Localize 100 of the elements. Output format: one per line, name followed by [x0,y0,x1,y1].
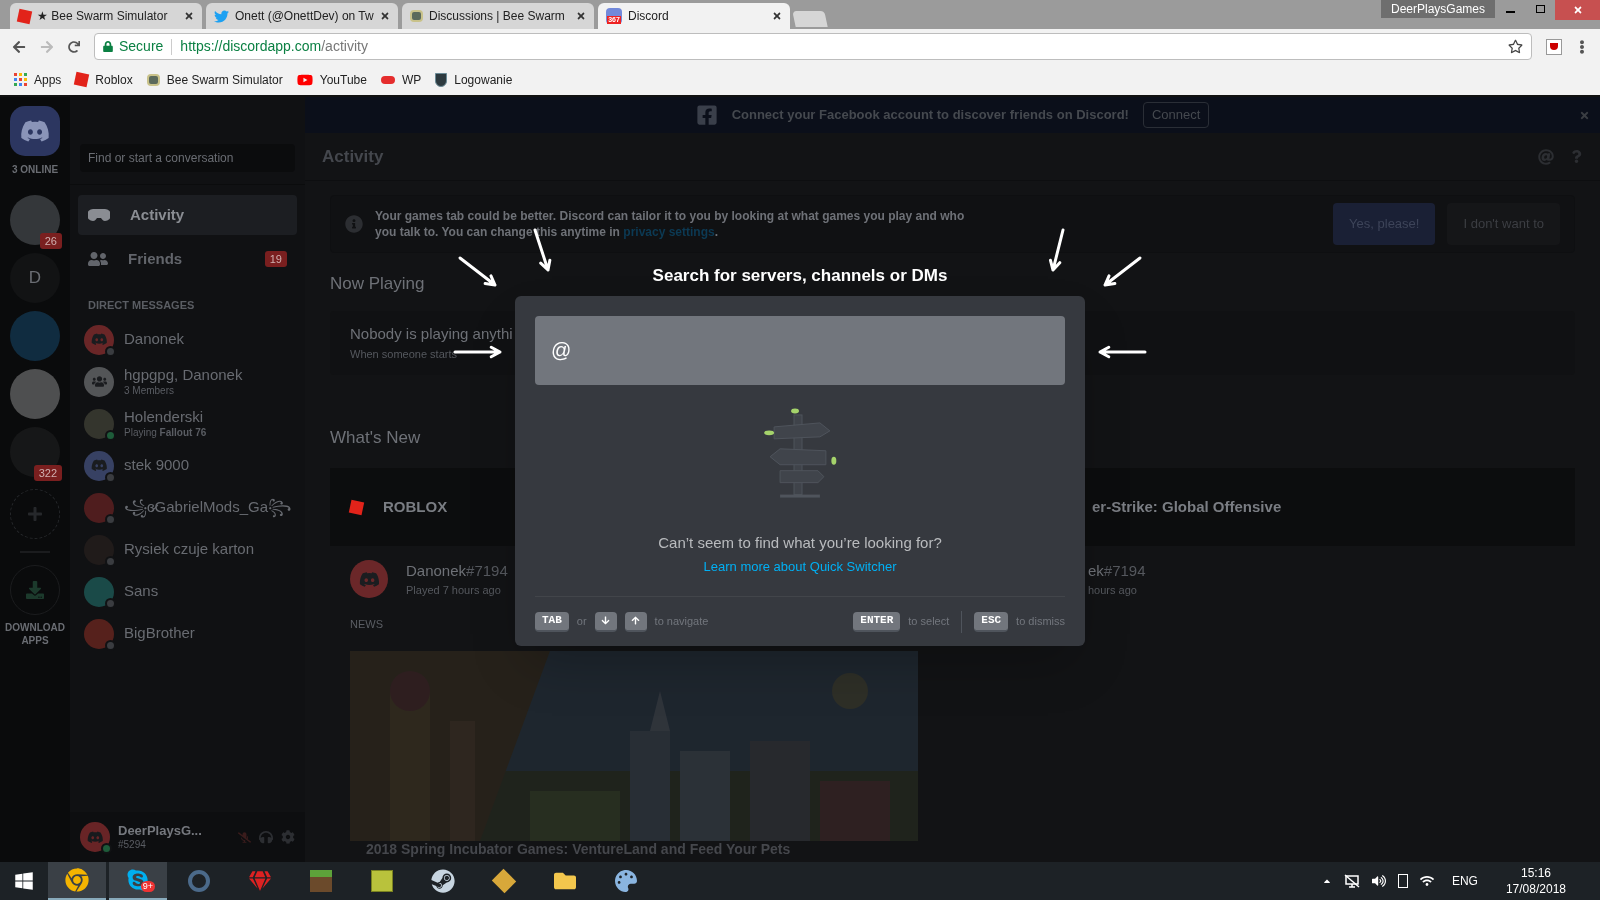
keyboard-key: TAB [535,611,569,632]
taskbar-button[interactable] [48,862,106,900]
browser-tab[interactable]: Discussions | Bee Swarm [402,3,594,29]
close-icon[interactable] [772,11,782,21]
section-title: What's New [330,426,421,449]
empty-message: Can’t seem to find what you’re looking for? [657,533,943,554]
close-icon [1572,5,1583,15]
empty-title: Nobody is playing anythi [350,324,513,344]
bookmark-link[interactable]: WP [380,70,422,89]
dm-item[interactable]: Holenderski Playing Fallout 76 [84,407,291,440]
info-icon [345,215,363,233]
secure-label: Secure [119,37,164,56]
sponge-icon [371,870,393,892]
avatar [84,366,114,397]
nav-item[interactable]: Activity [78,195,297,235]
windows-icon [14,871,34,891]
address-field[interactable]: Secure https://discordapp.com/activity [94,33,1532,60]
empty-subtitle: When someone starts [350,346,457,362]
download-icon [26,581,44,599]
tab-title: Onett (@OnettDev) on Tw [235,8,374,25]
discord-home-button[interactable] [10,106,60,156]
url-text: https://discordapp.com/activity [180,37,368,56]
grass-block-icon [310,870,332,892]
gamepad-icon [88,208,110,222]
news-label: NEWS [350,617,383,632]
palette-icon [615,870,637,892]
bookmark-star-icon[interactable] [1508,39,1523,54]
bookmark-link[interactable]: Roblox [75,70,133,89]
bee-icon [146,73,160,86]
bookmark-link[interactable]: Logowanie [435,70,513,89]
dm-item[interactable]: Rysiek czuje karton [84,533,291,566]
browser-tab[interactable]: ★ Bee Swarm Simulator [10,3,202,29]
dm-item[interactable]: Danonek [84,323,291,356]
bee-icon [410,10,423,22]
user-name: DeerPlaysG... [118,822,203,839]
extension-icon[interactable] [1546,38,1562,55]
section-heading: DIRECT MESSAGES [87,298,196,313]
browser-tab[interactable]: Onett (@OnettDev) on Tw [206,3,398,29]
dm-item[interactable]: hgpgpg, Danonek 3 Members [84,365,291,398]
close-icon[interactable] [380,11,390,21]
dm-name: Rysiek czuje karton [124,540,255,559]
tab-title: Discussions | Bee Swarm [429,8,566,25]
user-tag: #5294 [118,838,230,852]
profile-name[interactable]: DeerPlaysGames [1380,0,1495,18]
search-field[interactable]: @ [535,316,1065,385]
app-icon [188,870,210,892]
gem-icon [249,870,271,892]
game-title: er-Strike: Global Offensive [1092,496,1282,517]
unread-badge: 19 [264,250,287,268]
banner-text: Connect your Facebook account to discover friends on Discord! [731,106,1129,125]
lock-icon [103,41,113,52]
download-label: DOWNLOAD APPS [4,621,66,647]
roblox-icon [16,8,33,24]
close-button[interactable] [1555,0,1600,20]
dm-item[interactable]: ꧁ɞ̷GabrielMods_Ga꧂ [84,491,291,524]
clock[interactable]: 15:16 17/08/2018 [1495,865,1576,897]
taskbar-button[interactable]: 9+ [109,862,167,900]
dm-subtitle: Playing Fallout 76 [124,426,207,440]
switcher-title: Search for servers, channels or DMs [651,265,949,287]
close-icon[interactable] [576,11,586,21]
dm-name: Holenderski [124,407,205,427]
volume-icon[interactable] [1371,874,1386,888]
played-time: hours ago [1088,583,1138,598]
player-name: ek#7194 [1088,560,1146,581]
server-icon[interactable]: D [10,253,60,303]
section-title: Now Playing [330,273,425,295]
dm-name: stek 9000 [124,456,190,475]
plus-icon [27,506,43,522]
hint-text: to navigate [654,614,709,630]
dm-item[interactable]: BigBrother [84,617,291,650]
steam-icon [431,869,455,893]
network-icon[interactable] [1343,874,1360,888]
conversation-search-field[interactable]: Find or start a conversation [80,144,295,172]
tab-title: Discord [628,8,670,25]
avatar [84,450,114,481]
language-indicator[interactable]: ENG [1445,872,1484,890]
bookmark-link[interactable]: Apps [14,70,62,89]
browser-icon [65,868,89,892]
hint-text: to select [908,614,950,630]
signal-icon[interactable] [1419,874,1434,888]
bookmark-link[interactable]: YouTube [296,70,367,89]
reload-icon[interactable] [68,40,80,53]
dm-item[interactable]: stek 9000 [84,449,291,482]
facebook-icon [695,104,718,126]
arrow-down-icon [601,616,611,626]
device-icon[interactable] [1397,874,1408,888]
roblox-icon [348,499,365,515]
back-icon[interactable] [12,39,26,54]
close-icon[interactable] [184,11,194,21]
online-count: 3 ONLINE [11,163,59,177]
bookmark-link[interactable]: Bee Swarm Simulator [146,70,283,89]
dm-name: Sans [124,582,159,601]
quick-switcher-link[interactable]: Learn more about Quick Switcher [703,556,897,577]
page-title: Activity [322,145,385,168]
played-time: Played 7 hours ago [406,583,502,598]
friends-icon [88,249,108,269]
nav-item[interactable]: Friends 19 [78,239,297,279]
unread-badge: 322 [33,464,62,481]
unread-badge: 26 [39,232,62,249]
dm-item[interactable]: Sans [84,575,291,608]
